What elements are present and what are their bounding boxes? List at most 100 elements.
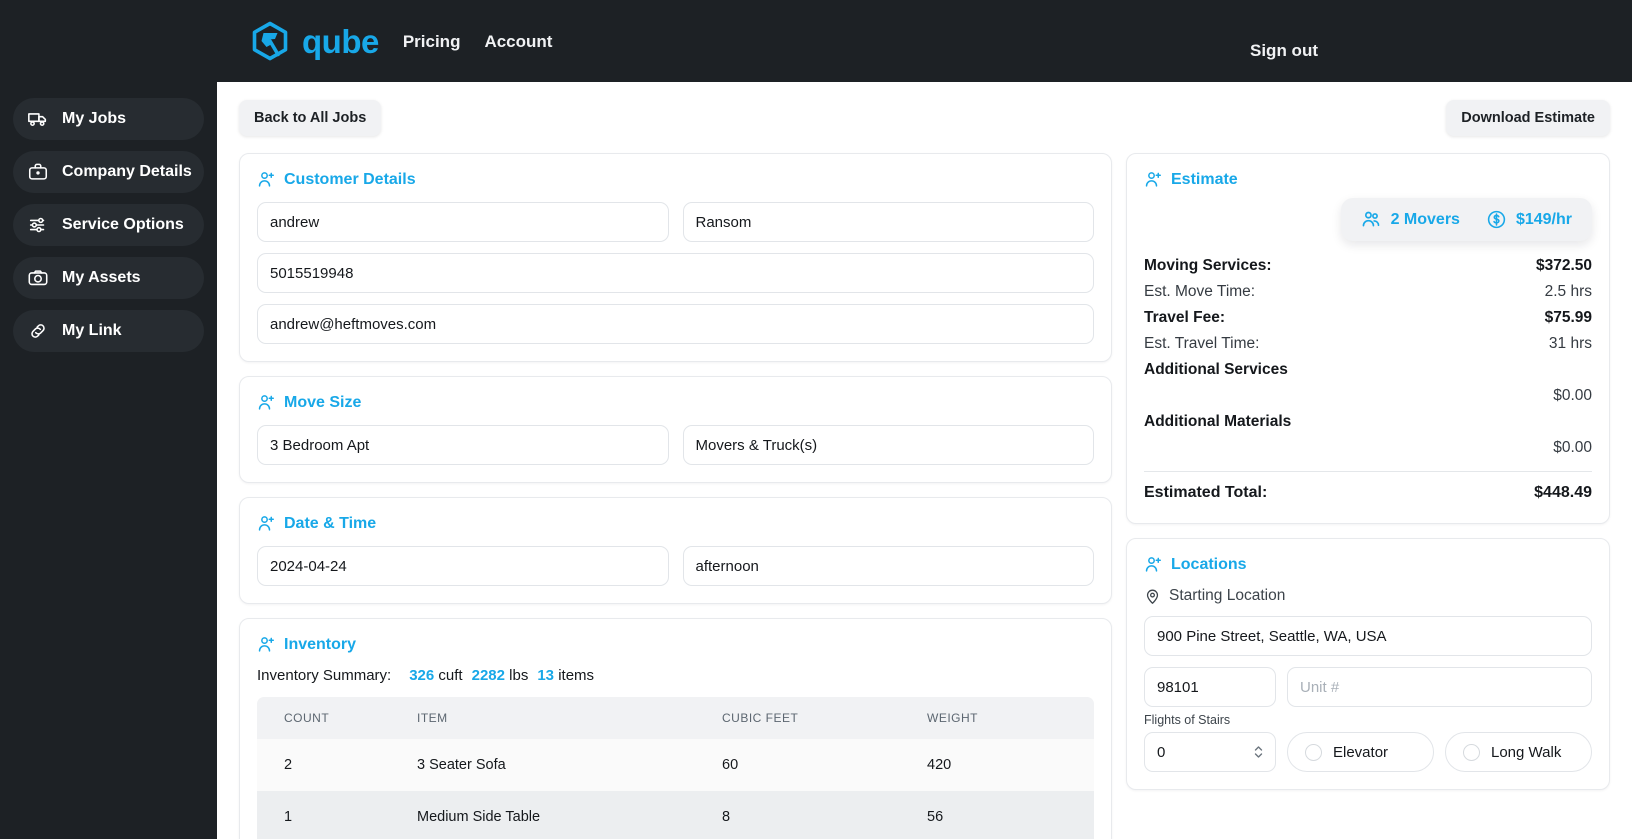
email-input[interactable]: andrew@heftmoves.com <box>257 304 1094 344</box>
movers-group: 2 Movers <box>1361 209 1460 230</box>
starting-address-input[interactable]: 900 Pine Street, Seattle, WA, USA <box>1144 616 1592 656</box>
first-name-input[interactable]: andrew <box>257 202 669 242</box>
inventory-table-body: 2 3 Seater Sofa 60 420 1 Medium Side Tab… <box>257 739 1094 839</box>
estimate-line-travel-time: Est. Travel Time: 31 hrs <box>1144 331 1592 357</box>
stairs-options-row: 0 Elevator Long Walk <box>1144 732 1592 772</box>
customer-details-header: Customer Details <box>257 170 1094 189</box>
estimate-pill-wrap: 2 Movers $149/hr <box>1144 198 1592 241</box>
line-value: 2.5 hrs <box>1544 283 1592 300</box>
customer-details-card: Customer Details andrew Ransom 501551994… <box>239 153 1112 362</box>
move-size-header: Move Size <box>257 393 1094 412</box>
truck-icon <box>28 113 47 127</box>
sliders-icon <box>29 217 45 233</box>
app-root: qube Pricing Account Sign out My Jobs Co… <box>0 0 1632 839</box>
sidebar: My Jobs Company Details Service Options <box>0 82 217 839</box>
service-type-input[interactable]: Movers & Truck(s) <box>682 425 1094 465</box>
brand-logo[interactable]: qube <box>250 21 379 61</box>
date-time-card: Date & Time 2024-04-24 afternoon <box>239 497 1112 604</box>
elevator-radio-icon[interactable] <box>1305 743 1322 761</box>
date-time-row: 2024-04-24 afternoon <box>257 546 1094 586</box>
move-size-input[interactable]: 3 Bedroom Apt <box>257 425 669 465</box>
table-row[interactable]: 2 3 Seater Sofa 60 420 <box>257 739 1094 791</box>
nav-pricing[interactable]: Pricing <box>403 33 461 50</box>
sidebar-item-service-options[interactable]: Service Options <box>13 204 204 246</box>
line-value: 31 hrs <box>1548 335 1592 352</box>
sign-out-button[interactable]: Sign out <box>1250 41 1318 61</box>
sidebar-item-label: Company Details <box>62 163 192 180</box>
briefcase-icon <box>28 163 48 180</box>
email-row: andrew@heftmoves.com <box>257 304 1094 344</box>
long-walk-toggle[interactable]: Long Walk <box>1445 732 1592 772</box>
cell-item: 3 Seater Sofa <box>417 757 506 773</box>
stepper-arrows-icon[interactable] <box>1252 742 1265 762</box>
line-value: $0.00 <box>1553 387 1592 404</box>
inventory-table: COUNT ITEM CUBIC FEET WEIGHT 2 3 Seater … <box>257 697 1094 839</box>
locations-card: Locations Starting Location 900 Pine Str… <box>1126 538 1610 790</box>
right-column: Estimate 2 Movers $149/hr Moving Service… <box>1126 153 1610 790</box>
line-label: Additional Materials <box>1144 413 1292 430</box>
cell-count: 1 <box>284 809 293 825</box>
sidebar-item-label: My Jobs <box>62 110 127 127</box>
estimated-total-value: $448.49 <box>1534 484 1592 501</box>
phone-input[interactable]: 5015519948 <box>257 253 1094 293</box>
map-pin-icon <box>1146 589 1159 604</box>
elevator-toggle[interactable]: Elevator <box>1287 732 1434 772</box>
starting-location-subhead: Starting Location <box>1144 587 1592 605</box>
inventory-cuft-value: 326 <box>409 667 435 684</box>
user-plus-icon <box>1145 557 1161 572</box>
content-columns: Customer Details andrew Ransom 501551994… <box>239 153 1610 839</box>
estimate-card: Estimate 2 Movers $149/hr Moving Service… <box>1126 153 1610 524</box>
user-plus-icon <box>258 172 274 187</box>
sidebar-item-label: My Link <box>62 322 122 339</box>
date-time-header: Date & Time <box>257 514 1094 533</box>
table-row[interactable]: 1 Medium Side Table 8 56 <box>257 791 1094 839</box>
user-plus-icon <box>258 516 274 531</box>
flights-of-stairs-label: Flights of Stairs <box>1144 713 1231 727</box>
qube-hexagon-logo-icon <box>252 21 288 61</box>
sidebar-item-my-link[interactable]: My Link <box>13 310 204 352</box>
inventory-lbs-unit: lbs <box>509 667 529 684</box>
sidebar-item-label: My Assets <box>62 269 141 286</box>
date-time-title: Date & Time <box>284 514 377 532</box>
cell-count: 2 <box>284 757 293 773</box>
line-value: $0.00 <box>1553 439 1592 456</box>
elevator-label: Elevator <box>1333 743 1389 761</box>
nav-account[interactable]: Account <box>484 33 552 50</box>
user-plus-icon <box>258 395 274 410</box>
main-content: Back to All Jobs Download Estimate Custo… <box>217 82 1632 839</box>
estimate-line-additional-materials: Additional Materials <box>1144 409 1592 435</box>
zip-unit-row: 98101 Unit # <box>1144 667 1592 707</box>
unit-number-input[interactable]: Unit # <box>1287 667 1592 707</box>
address-row: 900 Pine Street, Seattle, WA, USA <box>1144 616 1592 656</box>
estimate-line-move-time: Est. Move Time: 2.5 hrs <box>1144 279 1592 305</box>
inventory-cuft-unit: cuft <box>438 667 463 684</box>
hourly-rate-label: $149/hr <box>1515 210 1572 228</box>
inventory-items-value: 13 <box>537 667 555 684</box>
top-nav: Pricing Account <box>403 33 553 50</box>
line-value: $75.99 <box>1544 309 1592 326</box>
zip-code-input[interactable]: 98101 <box>1144 667 1276 707</box>
move-time-input[interactable]: afternoon <box>682 546 1094 586</box>
estimate-line-additional-services-value: $0.00 <box>1144 383 1592 409</box>
column-header-count: COUNT <box>257 697 417 739</box>
customer-details-title: Customer Details <box>284 170 416 188</box>
left-column: Customer Details andrew Ransom 501551994… <box>239 153 1112 839</box>
inventory-summary-label: Inventory Summary: <box>257 667 392 684</box>
sidebar-item-my-assets[interactable]: My Assets <box>13 257 204 299</box>
cell-weight: 56 <box>927 809 944 825</box>
sidebar-item-my-jobs[interactable]: My Jobs <box>13 98 204 140</box>
back-to-all-jobs-button[interactable]: Back to All Jobs <box>239 100 382 136</box>
sidebar-item-company-details[interactable]: Company Details <box>13 151 204 193</box>
move-date-input[interactable]: 2024-04-24 <box>257 546 669 586</box>
line-label: Additional Services <box>1144 361 1288 378</box>
line-label: Est. Travel Time: <box>1144 335 1260 352</box>
column-header-cubic-feet: CUBIC FEET <box>722 697 927 739</box>
user-plus-icon <box>1145 172 1161 187</box>
download-estimate-button[interactable]: Download Estimate <box>1446 100 1610 136</box>
long-walk-radio-icon[interactable] <box>1463 743 1480 761</box>
last-name-input[interactable]: Ransom <box>682 202 1094 242</box>
estimate-summary-pill[interactable]: 2 Movers $149/hr <box>1340 198 1592 241</box>
estimate-line-additional-materials-value: $0.00 <box>1144 435 1592 461</box>
flights-of-stairs-stepper[interactable]: 0 <box>1144 732 1276 772</box>
move-size-card: Move Size 3 Bedroom Apt Movers & Truck(s… <box>239 376 1112 483</box>
